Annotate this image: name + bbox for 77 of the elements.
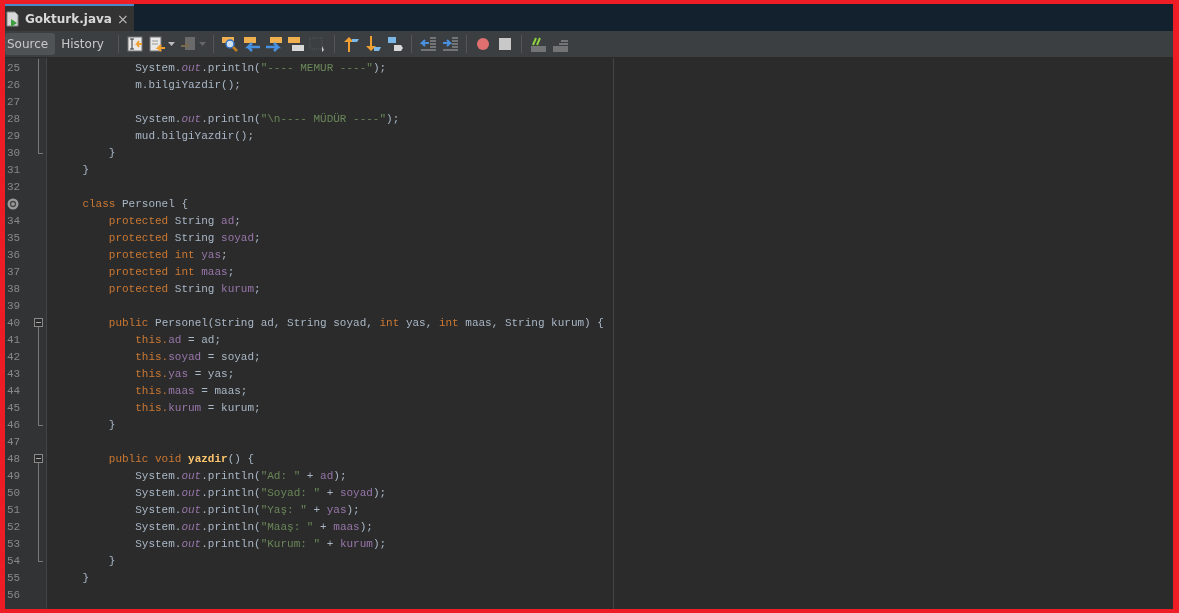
code-line: public void yazdir() {: [107, 452, 255, 465]
line-number: 41: [7, 333, 21, 346]
view-tab[interactable]: History: [59, 33, 111, 55]
view-tab[interactable]: Source: [5, 33, 56, 55]
code-line: }: [107, 146, 116, 159]
code-line: class Personel {: [81, 197, 189, 210]
search-icon[interactable]: [220, 35, 239, 53]
line-number: 38: [7, 282, 21, 295]
code-line: protected int maas;: [107, 265, 235, 278]
code-line: m.bilgiYazdir();: [134, 78, 241, 91]
code-line: this.kurum = kurum;: [134, 401, 261, 414]
next-occurrence-icon[interactable]: [264, 35, 283, 53]
line-number: 29: [7, 129, 21, 142]
line-number: 54: [7, 554, 21, 567]
line-number: 48: [7, 452, 21, 465]
code-line: protected String kurum;: [107, 282, 261, 295]
line-number: 50: [7, 486, 21, 499]
line-number: 52: [7, 520, 21, 533]
line-number: 55: [7, 571, 21, 584]
close-icon[interactable]: ×: [116, 10, 129, 27]
code-line: System.out.println("Maaş: " + maas);: [134, 520, 373, 533]
code-line: protected int yas;: [107, 248, 228, 261]
line-number: 53: [7, 537, 21, 550]
code-line: this.maas = maas;: [134, 384, 248, 397]
line-number: 36: [7, 248, 21, 261]
code-line: }: [107, 418, 116, 431]
line-number: 32: [7, 180, 21, 193]
code-line: System.out.println("Soyad: " + soyad);: [134, 486, 387, 499]
file-tab[interactable]: Gokturk.java ×: [5, 4, 134, 31]
shift-left-icon[interactable]: [418, 35, 437, 53]
line-number: 51: [7, 503, 21, 516]
code-line: protected String ad;: [107, 214, 241, 227]
line-number: 28: [7, 112, 21, 125]
line-number: 35: [7, 231, 21, 244]
code-line: public Personel(String ad, String soyad, int yas, int maas, String kurum) {: [107, 316, 604, 329]
bookmark-icon[interactable]: [125, 35, 144, 53]
code-line: System.out.println("---- MEMUR ----");: [134, 61, 387, 74]
line-number: 25: [7, 61, 21, 74]
line-number: 30: [7, 146, 21, 159]
code-line: mud.bilgiYazdir();: [134, 129, 255, 142]
line-number: 45: [7, 401, 21, 414]
code-line: this.soyad = soyad;: [134, 350, 261, 363]
fold-collapse-icon[interactable]: [34, 454, 43, 463]
code-line: }: [81, 571, 89, 584]
line-number: 34: [7, 214, 21, 227]
line-number: 26: [7, 78, 21, 91]
fold-collapse-icon[interactable]: [34, 318, 43, 327]
code-line: }: [81, 163, 89, 176]
indent-icon[interactable]: [440, 35, 459, 53]
line-number: 49: [7, 469, 21, 482]
dropdown-caret-icon[interactable]: [167, 42, 175, 46]
line-number: 47: [7, 435, 21, 448]
line-number: 43: [7, 367, 21, 380]
line-number: 42: [7, 350, 21, 363]
comment-icon[interactable]: [528, 35, 547, 53]
code-line: }: [107, 554, 116, 567]
highlight-icon[interactable]: [286, 35, 305, 53]
java-file-icon: [6, 10, 20, 27]
line-number: 56: [7, 588, 21, 601]
line-number: 44: [7, 384, 21, 397]
code-line: System.out.println("Kurum: " + kurum);: [134, 537, 387, 550]
shift-right-icon[interactable]: [385, 35, 404, 53]
line-number: 31: [7, 163, 21, 176]
line-number: 46: [7, 418, 21, 431]
code-line: protected String soyad;: [107, 231, 261, 244]
code-line: System.out.println("\n---- MÜDÜR ----");: [134, 112, 400, 125]
code-line: System.out.println("Yaş: " + yas);: [134, 503, 360, 516]
line-number: 40: [7, 316, 21, 329]
code-line: this.ad = ad;: [134, 333, 222, 346]
code-line: this.yas = yas;: [134, 367, 235, 380]
line-number: 39: [7, 299, 21, 312]
code-line: System.out.println("Ad: " + ad);: [134, 469, 347, 482]
tab-title: Gokturk.java: [25, 11, 112, 26]
line-number: 27: [7, 95, 21, 108]
line-number: 37: [7, 265, 21, 278]
previous-occurrence-icon[interactable]: [242, 35, 261, 53]
document-arrow-icon[interactable]: [147, 35, 166, 53]
